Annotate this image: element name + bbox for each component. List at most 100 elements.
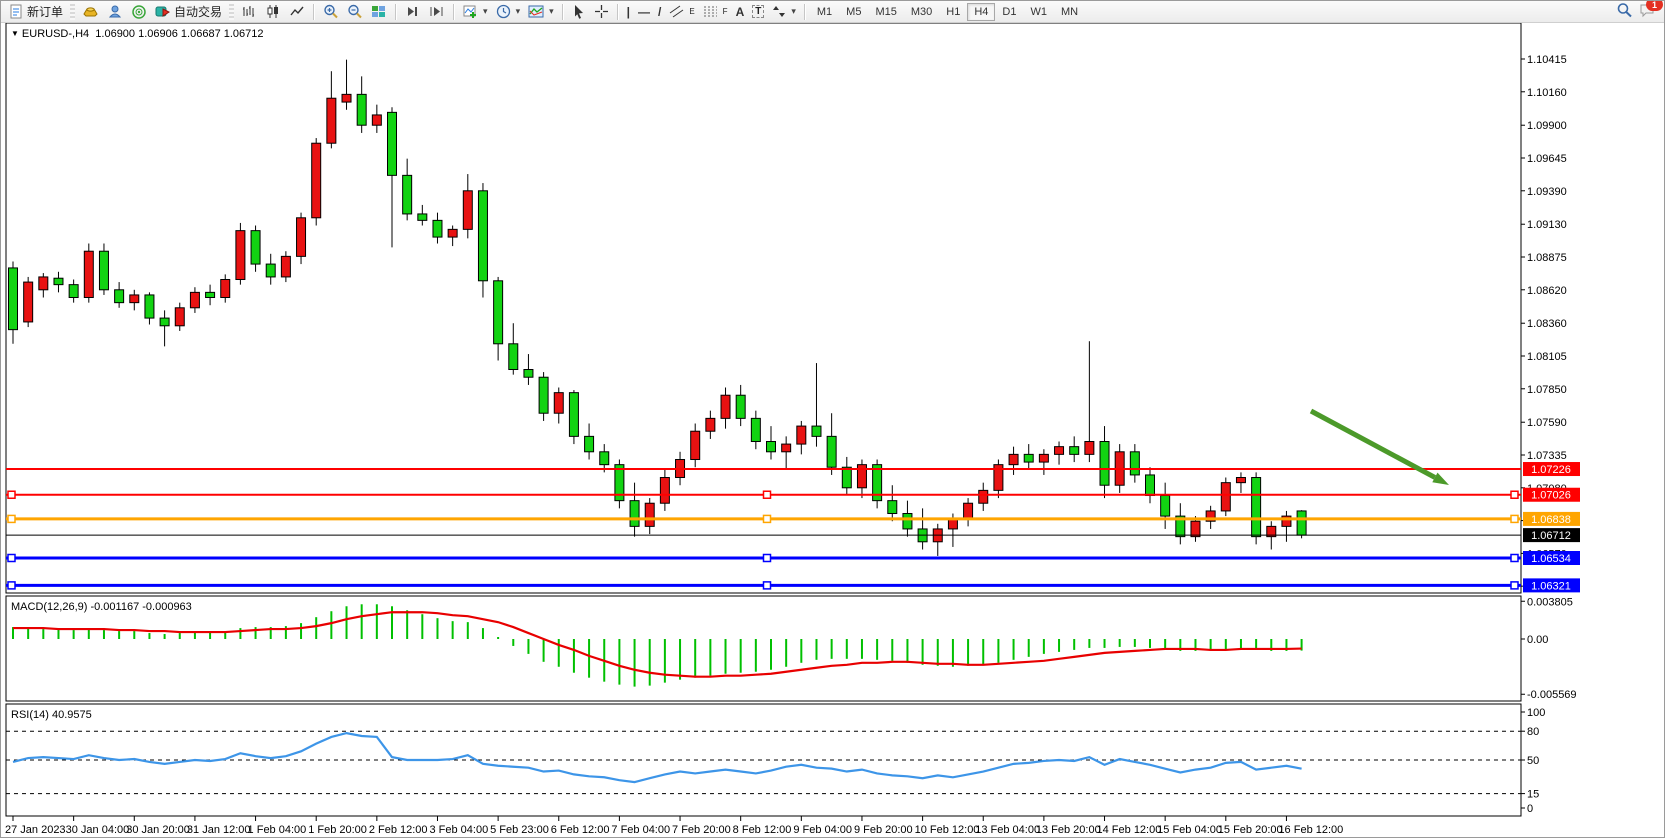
arrows-tool-button[interactable]: ▾	[768, 2, 800, 22]
candle-up	[448, 229, 457, 237]
toolbar-separator	[395, 4, 397, 20]
vertical-line-icon: |	[627, 5, 630, 19]
timeframe-w1[interactable]: W1	[1023, 3, 1054, 21]
timeframe-h1[interactable]: H1	[939, 3, 967, 21]
line-handle[interactable]	[1511, 582, 1518, 589]
symbol-dropdown-icon[interactable]: ▼	[11, 29, 19, 38]
templates-button[interactable]: ▾	[524, 2, 558, 22]
candlestick-type-button[interactable]	[261, 2, 285, 22]
candle-up	[1236, 478, 1245, 483]
text-tool-button[interactable]: A	[732, 2, 749, 22]
candle-down	[842, 467, 851, 488]
svg-text:1.08105: 1.08105	[1527, 351, 1567, 363]
fibonacci-tool-button[interactable]: F	[699, 2, 732, 22]
line-handle[interactable]	[8, 515, 15, 522]
periods-button[interactable]: ▾	[492, 2, 525, 22]
timeframe-h4[interactable]: H4	[967, 3, 995, 21]
trendline-tool-button[interactable]: /	[654, 2, 665, 22]
toolbar-separator	[804, 4, 806, 20]
channel-tool-button[interactable]: E	[665, 2, 698, 22]
candle-up	[39, 277, 48, 290]
horizontal-line-icon: —	[638, 5, 650, 19]
price-badge: 1.07026	[1531, 490, 1571, 502]
line-handle[interactable]	[764, 515, 771, 522]
dropdown-icon: ▾	[549, 6, 554, 17]
candle-up	[1009, 454, 1018, 464]
candle-up	[281, 256, 290, 277]
svg-text:13 Feb 04:00: 13 Feb 04:00	[975, 824, 1040, 836]
tester-icon	[107, 4, 123, 19]
svg-text:1 Feb 04:00: 1 Feb 04:00	[248, 824, 307, 836]
new-order-label: 新订单	[27, 3, 63, 20]
line-handle[interactable]	[8, 491, 15, 498]
svg-text:31 Jan 12:00: 31 Jan 12:00	[187, 824, 251, 836]
price-badge: 1.06534	[1531, 553, 1571, 565]
candle-down	[418, 214, 427, 220]
chart-canvas[interactable]: 1.104151.101601.099001.096451.093901.091…	[1, 23, 1665, 838]
candle-down	[54, 278, 63, 284]
auto-trading-button[interactable]: 自动交易	[151, 2, 226, 22]
candle-down	[115, 290, 124, 303]
timeframe-m5[interactable]: M5	[839, 3, 868, 21]
cursor-tool-button[interactable]	[568, 2, 590, 22]
svg-text:6 Feb 12:00: 6 Feb 12:00	[551, 824, 610, 836]
toolbar-separator	[617, 4, 619, 20]
line-handle[interactable]	[764, 554, 771, 561]
line-handle[interactable]	[764, 582, 771, 589]
dropdown-icon: ▾	[516, 6, 521, 17]
auto-trading-label: 自动交易	[174, 3, 222, 20]
candle-up	[554, 393, 563, 414]
notifications-button[interactable]: 1	[1639, 2, 1656, 21]
candle-down	[630, 501, 639, 527]
toolbar-grip	[229, 4, 234, 20]
indicators-button[interactable]: ▾	[459, 2, 492, 22]
clock-icon	[496, 4, 512, 19]
auto-scroll-button[interactable]	[401, 2, 425, 22]
line-handle[interactable]	[1511, 554, 1518, 561]
main-chart-plot[interactable]	[6, 23, 1521, 593]
tester-button[interactable]	[103, 2, 127, 22]
svg-text:1.07335: 1.07335	[1527, 450, 1567, 462]
toolbar-separator	[453, 4, 455, 20]
svg-text:0.00: 0.00	[1527, 634, 1548, 646]
channel-letter: E	[689, 7, 694, 16]
zoom-in-button[interactable]	[319, 2, 343, 22]
vertical-line-tool-button[interactable]: |	[623, 2, 634, 22]
crosshair-icon	[594, 4, 609, 19]
line-handle[interactable]	[764, 491, 771, 498]
svg-text:1.09645: 1.09645	[1527, 153, 1567, 165]
candle-up	[691, 431, 700, 459]
svg-text:30 Jan 20:00: 30 Jan 20:00	[126, 824, 190, 836]
chart-shift-button[interactable]	[425, 2, 449, 22]
bar-chart-type-button[interactable]	[237, 2, 261, 22]
new-order-button[interactable]: 新订单	[5, 2, 67, 22]
market-watch-button[interactable]	[78, 2, 103, 22]
auto-trading-icon	[155, 4, 171, 19]
line-chart-type-button[interactable]	[285, 2, 309, 22]
candle-down	[524, 370, 533, 378]
arrows-icon	[772, 4, 787, 19]
candle-up	[372, 115, 381, 125]
candle-up	[24, 282, 33, 322]
line-handle[interactable]	[8, 554, 15, 561]
timeframe-m30[interactable]: M30	[904, 3, 939, 21]
line-handle[interactable]	[1511, 491, 1518, 498]
timeframe-d1[interactable]: D1	[995, 3, 1023, 21]
line-handle[interactable]	[1511, 515, 1518, 522]
timeframe-m1[interactable]: M1	[810, 3, 839, 21]
candle-up	[463, 191, 472, 230]
timeframe-mn[interactable]: MN	[1054, 3, 1085, 21]
candle-down	[585, 436, 594, 451]
signals-button[interactable]	[127, 2, 151, 22]
horizontal-line-tool-button[interactable]: —	[634, 2, 654, 22]
fibo-letter: F	[723, 7, 728, 16]
label-tool-button[interactable]: T	[748, 2, 768, 22]
fibonacci-icon	[703, 4, 720, 19]
candle-down	[751, 418, 760, 441]
line-handle[interactable]	[8, 582, 15, 589]
zoom-out-button[interactable]	[343, 2, 367, 22]
timeframe-m15[interactable]: M15	[868, 3, 903, 21]
search-icon[interactable]	[1616, 2, 1633, 21]
crosshair-tool-button[interactable]	[590, 2, 613, 22]
tile-windows-button[interactable]	[367, 2, 391, 22]
